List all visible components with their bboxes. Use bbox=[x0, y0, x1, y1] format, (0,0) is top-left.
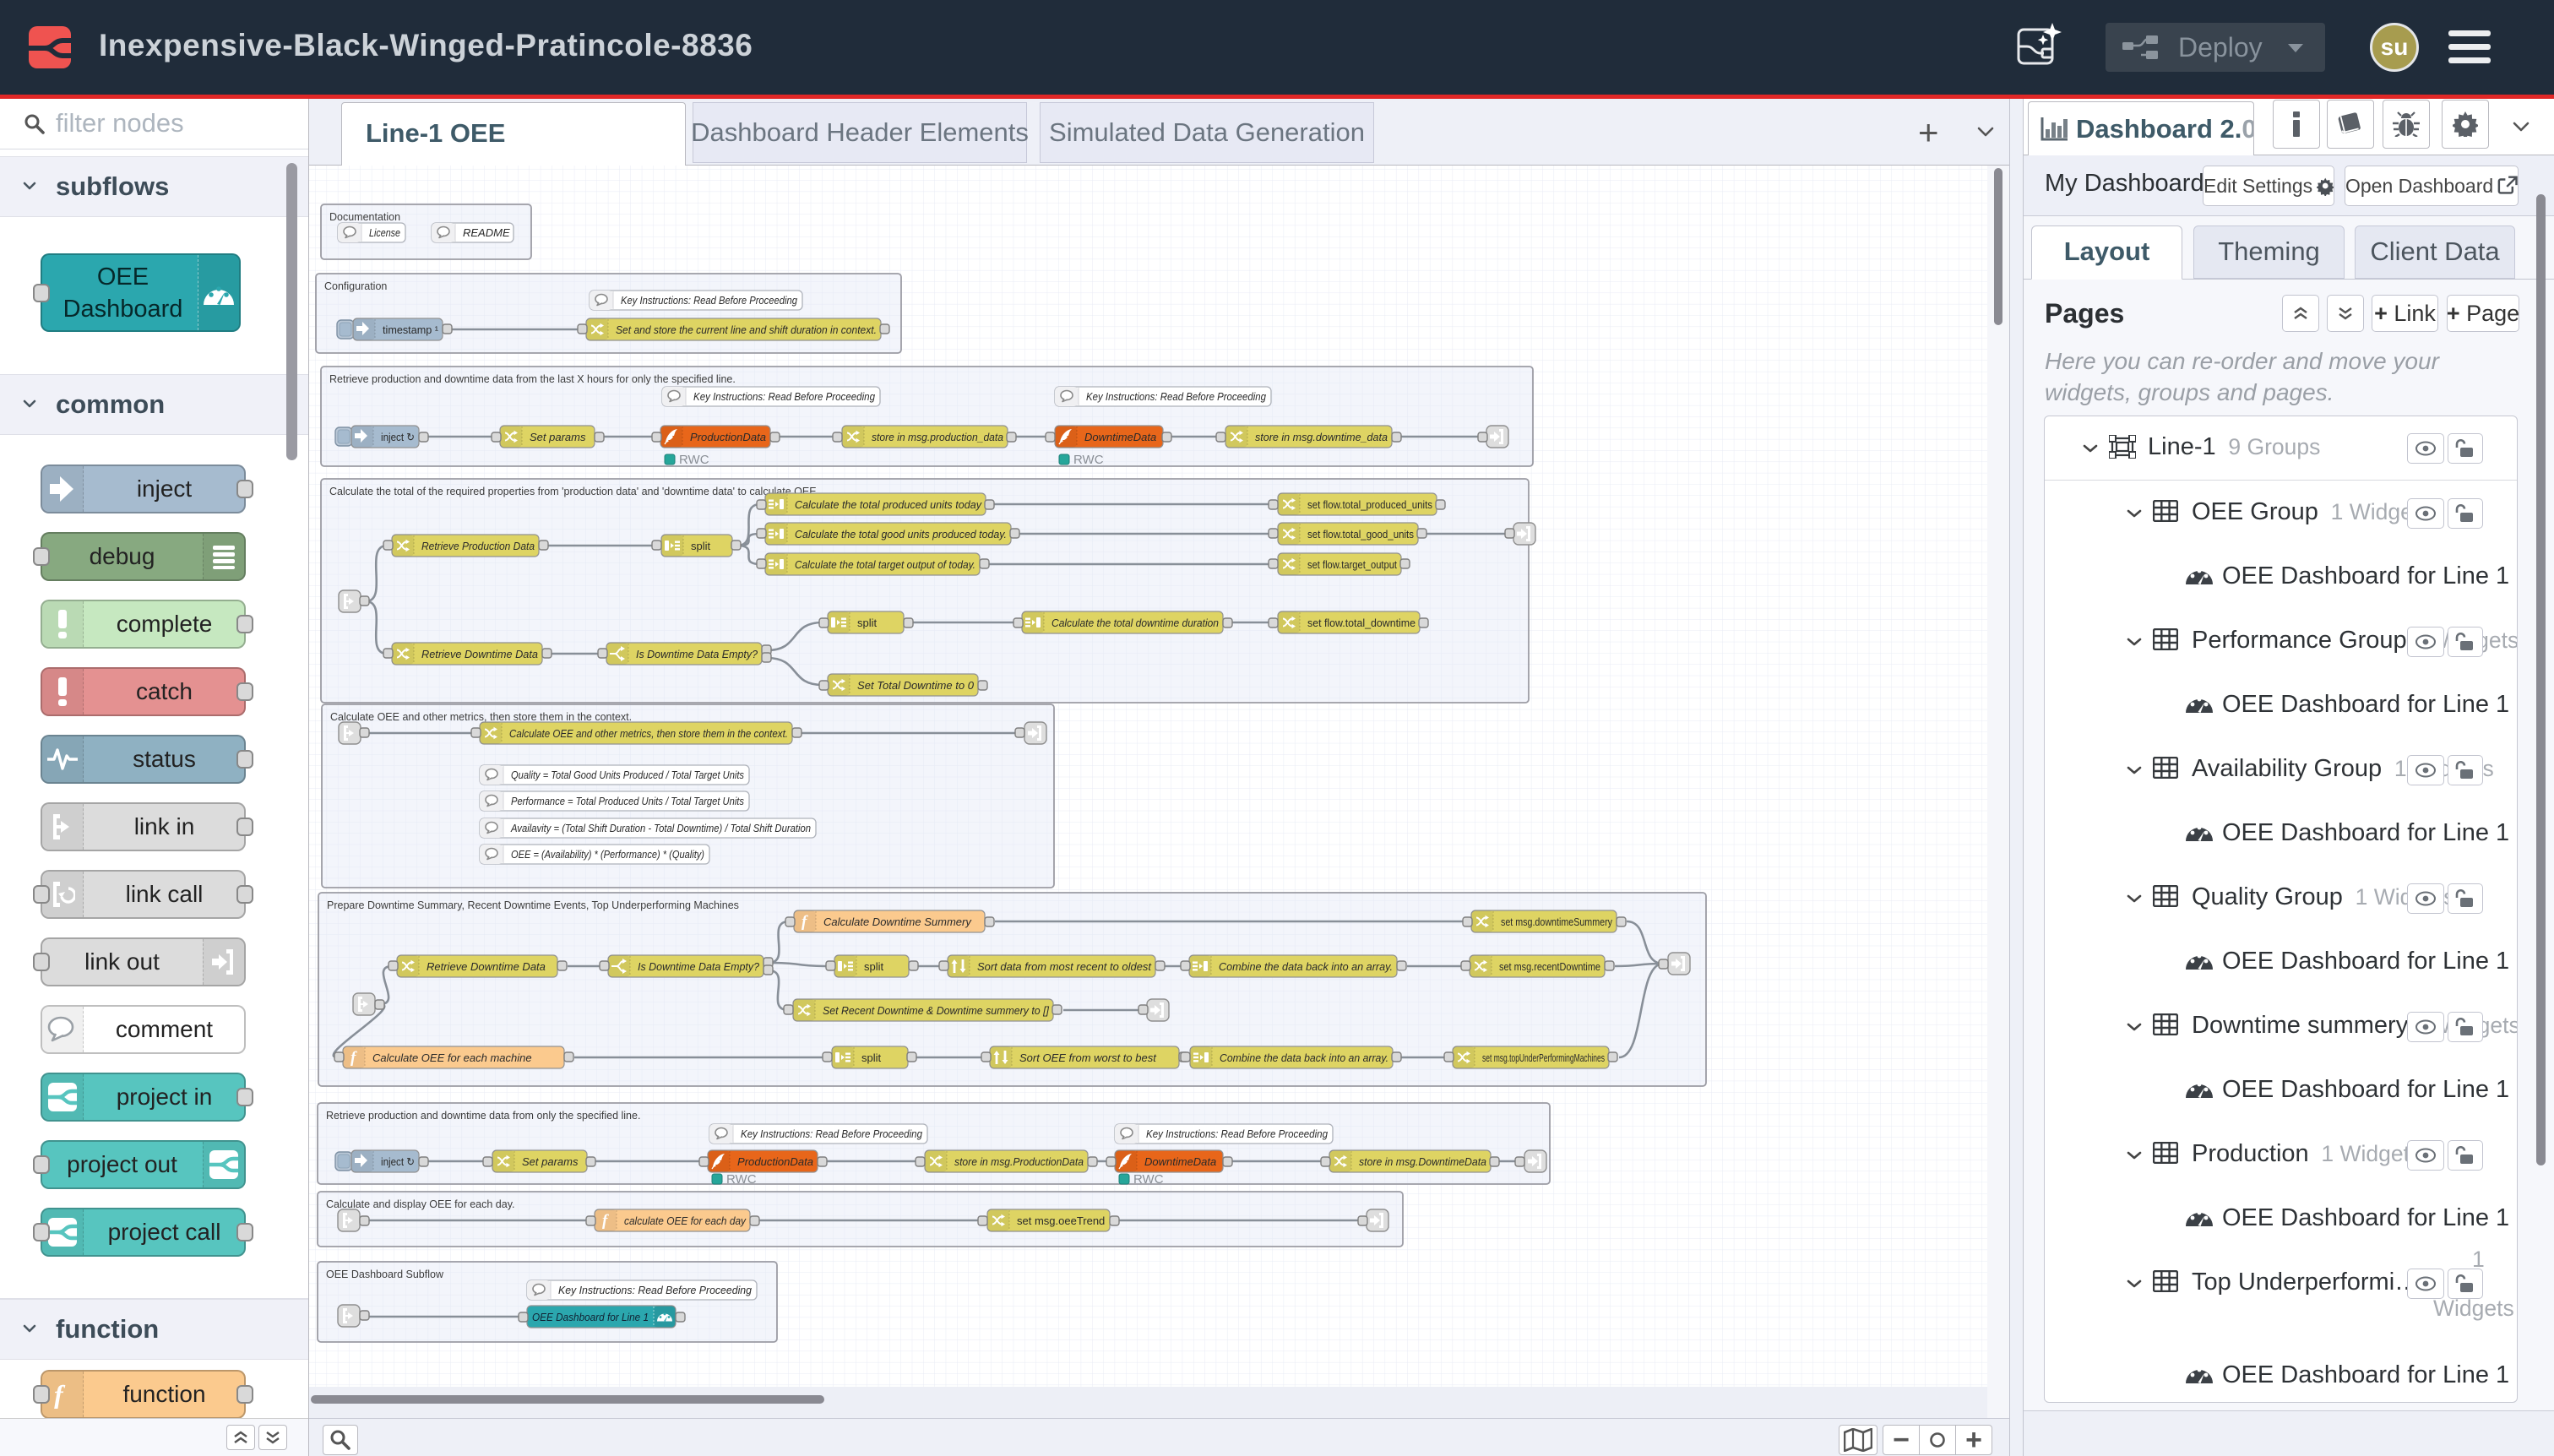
svg-text:store in msg.ProductionData: store in msg.ProductionData bbox=[954, 1155, 1084, 1168]
svg-text:set msg.topUnderPerformingMach: set msg.topUnderPerformingMachines bbox=[1482, 1051, 1605, 1064]
svg-text:Combine the data back into an: Combine the data back into an array. bbox=[1219, 960, 1393, 973]
svg-text:Calculate OEE and other metric: Calculate OEE and other metrics, then st… bbox=[509, 727, 788, 740]
svg-text:Quality = Total Good Units Pro: Quality = Total Good Units Produced / To… bbox=[511, 769, 744, 781]
svg-text:Calculate the total target out: Calculate the total target output of tod… bbox=[795, 558, 975, 571]
svg-text:Key Instructions: Read Before: Key Instructions: Read Before Proceeding bbox=[1146, 1127, 1329, 1140]
svg-text:Documentation: Documentation bbox=[329, 211, 400, 223]
svg-text:set msg.downtimeSummery: set msg.downtimeSummery bbox=[1501, 915, 1612, 928]
svg-text:Retrieve Downtime Data: Retrieve Downtime Data bbox=[427, 960, 546, 973]
svg-text:set flow.total_produced_units: set flow.total_produced_units bbox=[1307, 498, 1432, 511]
svg-text:split: split bbox=[861, 1051, 882, 1064]
svg-text:Sort data from most recent to: Sort data from most recent to oldest bbox=[977, 960, 1152, 973]
svg-text:Calculate the total produced u: Calculate the total produced units today bbox=[795, 498, 982, 511]
svg-text:timestamp ¹: timestamp ¹ bbox=[383, 323, 439, 336]
svg-text:Availavity = (Total Shift Dura: Availavity = (Total Shift Duration - Tot… bbox=[510, 822, 811, 834]
svg-text:Calculate OEE for each machine: Calculate OEE for each machine bbox=[372, 1051, 532, 1064]
svg-text:split: split bbox=[857, 617, 878, 629]
svg-text:Is Downtime Data Empty?: Is Downtime Data Empty? bbox=[638, 960, 760, 973]
svg-text:calculate OEE for each day: calculate OEE for each day bbox=[624, 1214, 747, 1227]
svg-text:Sort OEE from worst to best: Sort OEE from worst to best bbox=[1019, 1051, 1157, 1064]
svg-text:set msg.oeeTrend: set msg.oeeTrend bbox=[1017, 1214, 1105, 1227]
svg-text:Calculate the total downtime d: Calculate the total downtime duration bbox=[1051, 617, 1219, 629]
svg-text:set flow.target_output: set flow.target_output bbox=[1307, 558, 1397, 571]
svg-text:License: License bbox=[369, 226, 400, 239]
svg-text:store in msg.downtime_data: store in msg.downtime_data bbox=[1255, 431, 1388, 443]
svg-text:DowntimeData: DowntimeData bbox=[1084, 431, 1156, 443]
svg-text:RWC: RWC bbox=[679, 453, 709, 467]
svg-text:Retrieve Production Data: Retrieve Production Data bbox=[421, 540, 535, 552]
svg-text:Set and store the current line: Set and store the current line and shift… bbox=[616, 323, 877, 336]
svg-text:Key Instructions: Read Before: Key Instructions: Read Before Proceeding bbox=[741, 1127, 923, 1140]
svg-text:RWC: RWC bbox=[1073, 453, 1104, 467]
svg-text:split: split bbox=[691, 540, 711, 552]
svg-text:Prepare Downtime Summary, Rece: Prepare Downtime Summary, Recent Downtim… bbox=[327, 899, 739, 911]
svg-text:RWC: RWC bbox=[1133, 1172, 1164, 1187]
svg-text:Key Instructions: Read Before: Key Instructions: Read Before Proceeding bbox=[693, 390, 876, 403]
svg-text:store in msg.production_data: store in msg.production_data bbox=[872, 431, 1003, 443]
svg-text:inject ↻: inject ↻ bbox=[381, 431, 415, 443]
svg-text:Retrieve Downtime Data: Retrieve Downtime Data bbox=[421, 648, 538, 660]
svg-text:Is Downtime Data Empty?: Is Downtime Data Empty? bbox=[636, 648, 758, 660]
svg-text:Calculate the total of the req: Calculate the total of the required prop… bbox=[329, 486, 817, 497]
svg-text:RWC: RWC bbox=[726, 1172, 757, 1187]
svg-text:Calculate Downtime Summery: Calculate Downtime Summery bbox=[823, 915, 972, 928]
svg-text:Calculate the total good units: Calculate the total good units produced … bbox=[795, 528, 1007, 541]
svg-text:Calculate and display OEE for: Calculate and display OEE for each day. bbox=[326, 1198, 515, 1210]
svg-text:Retrieve production and downti: Retrieve production and downtime data fr… bbox=[329, 373, 736, 385]
svg-text:OEE Dashboard Subflow: OEE Dashboard Subflow bbox=[326, 1269, 444, 1280]
svg-text:Set params: Set params bbox=[530, 431, 586, 443]
svg-text:Combine the data back into an: Combine the data back into an array. bbox=[1220, 1051, 1388, 1064]
svg-text:README: README bbox=[463, 226, 510, 239]
svg-text:set flow.total_downtime: set flow.total_downtime bbox=[1307, 617, 1416, 629]
svg-text:Calculate OEE and other metric: Calculate OEE and other metrics, then st… bbox=[330, 711, 632, 723]
svg-text:set msg.recentDowntime: set msg.recentDowntime bbox=[1499, 960, 1600, 973]
svg-text:inject ↻: inject ↻ bbox=[381, 1155, 415, 1168]
svg-text:Set params: Set params bbox=[522, 1155, 579, 1168]
svg-text:Key Instructions: Read Before: Key Instructions: Read Before Proceeding bbox=[621, 294, 798, 307]
svg-text:ProductionData: ProductionData bbox=[690, 431, 766, 443]
svg-text:Key Instructions: Read Before: Key Instructions: Read Before Proceeding bbox=[558, 1284, 753, 1296]
svg-text:OEE Dashboard for Line 1: OEE Dashboard for Line 1 bbox=[532, 1311, 649, 1323]
svg-text:split: split bbox=[864, 960, 884, 973]
svg-text:Set Total Downtime to 0: Set Total Downtime to 0 bbox=[857, 679, 975, 692]
svg-text:OEE = (Availability) * (Perfor: OEE = (Availability) * (Performance) * (… bbox=[511, 848, 704, 861]
svg-text:DowntimeData: DowntimeData bbox=[1144, 1155, 1216, 1168]
svg-text:ProductionData: ProductionData bbox=[737, 1155, 813, 1168]
svg-text:store in msg.DowntimeData: store in msg.DowntimeData bbox=[1359, 1155, 1486, 1168]
svg-text:set flow.total_good_units: set flow.total_good_units bbox=[1307, 528, 1414, 541]
svg-text:Performance = Total Produced U: Performance = Total Produced Units / Tot… bbox=[511, 795, 744, 807]
svg-text:Configuration: Configuration bbox=[324, 280, 387, 292]
svg-text:Retrieve production and downti: Retrieve production and downtime data fr… bbox=[326, 1110, 640, 1122]
svg-text:Key Instructions: Read Before: Key Instructions: Read Before Proceeding bbox=[1086, 390, 1267, 403]
svg-text:Set Recent Downtime & Downtime: Set Recent Downtime & Downtime summery t… bbox=[823, 1004, 1049, 1017]
svg-text:f: f bbox=[54, 1380, 66, 1409]
